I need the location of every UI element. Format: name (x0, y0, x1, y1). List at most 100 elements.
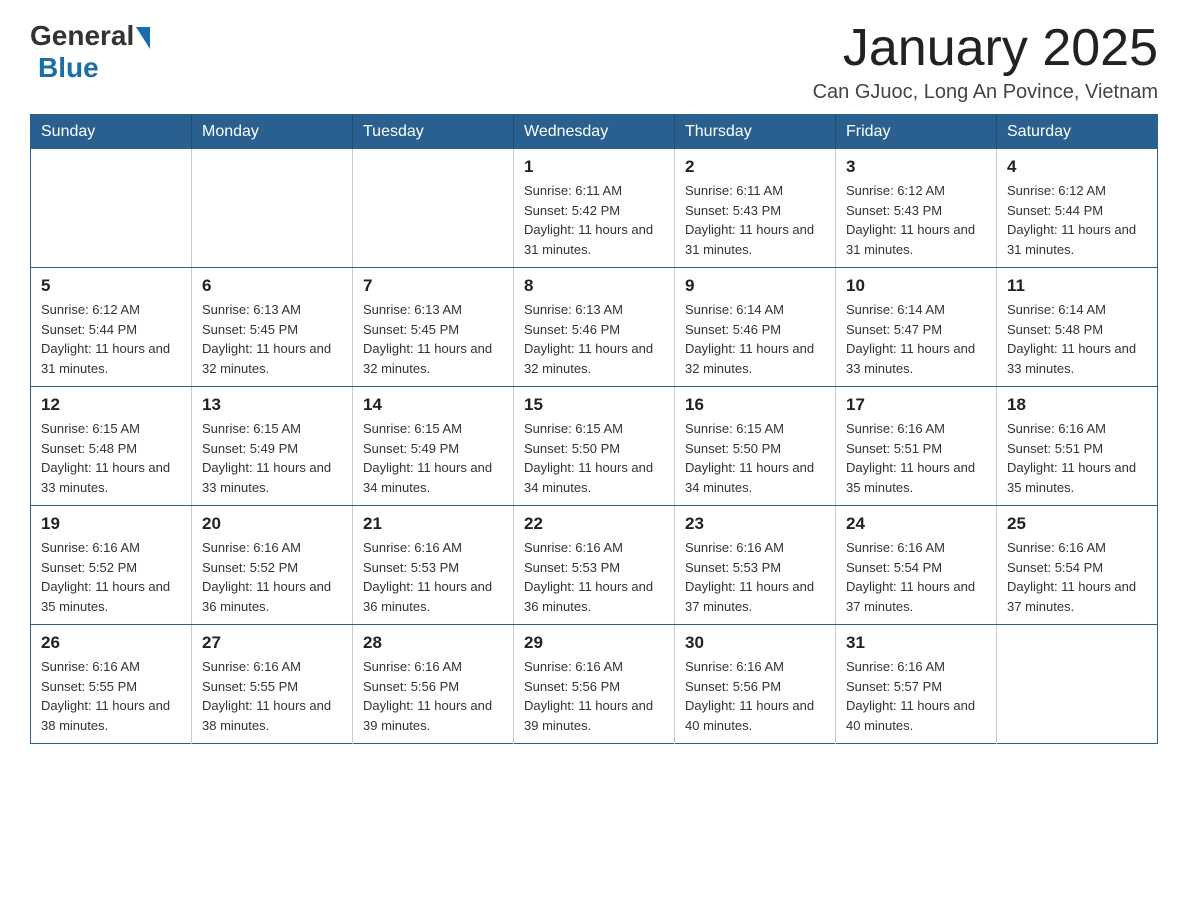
calendar-cell: 22 Sunrise: 6:16 AMSunset: 5:53 PMDayligh… (514, 506, 675, 625)
calendar-cell: 17Sunrise: 6:16 AMSunset: 5:51 PMDayligh… (836, 387, 997, 506)
day-info: Sunrise: 6:14 AMSunset: 5:48 PMDaylight:… (1007, 300, 1147, 378)
day-info: Sunrise: 6:16 AMSunset: 5:54 PMDaylight:… (1007, 538, 1147, 616)
calendar-cell: 28 Sunrise: 6:16 AMSunset: 5:56 PMDayligh… (353, 625, 514, 744)
day-number: 15 (524, 395, 664, 415)
day-number: 22 (524, 514, 664, 534)
day-number: 24 (846, 514, 986, 534)
calendar-table: SundayMondayTuesdayWednesdayThursdayFrid… (30, 114, 1158, 744)
calendar-cell: 26 Sunrise: 6:16 AMSunset: 5:55 PMDayligh… (31, 625, 192, 744)
day-info: Sunrise: 6:15 AMSunset: 5:50 PMDaylight:… (685, 419, 825, 497)
month-title: January 2025 (813, 20, 1158, 77)
calendar-cell: 11 Sunrise: 6:14 AMSunset: 5:48 PMDayligh… (997, 268, 1158, 387)
weekday-header-thursday: Thursday (675, 115, 836, 150)
calendar-cell: 10 Sunrise: 6:14 AMSunset: 5:47 PMDayligh… (836, 268, 997, 387)
weekday-header-tuesday: Tuesday (353, 115, 514, 150)
day-info: Sunrise: 6:13 AMSunset: 5:45 PMDaylight:… (363, 300, 503, 378)
day-info: Sunrise: 6:16 AMSunset: 5:56 PMDaylight:… (685, 657, 825, 735)
day-info: Sunrise: 6:12 AMSunset: 5:44 PMDaylight:… (41, 300, 181, 378)
calendar-cell: 27 Sunrise: 6:16 AMSunset: 5:55 PMDayligh… (192, 625, 353, 744)
day-number: 5 (41, 276, 181, 296)
day-number: 26 (41, 633, 181, 653)
day-number: 31 (846, 633, 986, 653)
weekday-header-saturday: Saturday (997, 115, 1158, 150)
day-info: Sunrise: 6:11 AMSunset: 5:43 PMDaylight:… (685, 181, 825, 259)
day-info: Sunrise: 6:16 AMSunset: 5:53 PMDaylight:… (685, 538, 825, 616)
day-number: 13 (202, 395, 342, 415)
day-info: Sunrise: 6:16 AMSunset: 5:52 PMDaylight:… (202, 538, 342, 616)
calendar-cell: 30 Sunrise: 6:16 AMSunset: 5:56 PMDayligh… (675, 625, 836, 744)
calendar-cell: 31 Sunrise: 6:16 AMSunset: 5:57 PMDayligh… (836, 625, 997, 744)
calendar-cell: 2 Sunrise: 6:11 AMSunset: 5:43 PMDaylight… (675, 149, 836, 268)
weekday-header-friday: Friday (836, 115, 997, 150)
logo-arrow-icon (136, 27, 150, 49)
day-number: 6 (202, 276, 342, 296)
day-info: Sunrise: 6:16 AMSunset: 5:54 PMDaylight:… (846, 538, 986, 616)
day-number: 23 (685, 514, 825, 534)
calendar-week-row: 19 Sunrise: 6:16 AMSunset: 5:52 PMDayligh… (31, 506, 1158, 625)
calendar-cell: 9 Sunrise: 6:14 AMSunset: 5:46 PMDaylight… (675, 268, 836, 387)
calendar-cell (353, 149, 514, 268)
day-info: Sunrise: 6:16 AMSunset: 5:55 PMDaylight:… (202, 657, 342, 735)
day-number: 12 (41, 395, 181, 415)
logo-general-text: General (30, 20, 134, 52)
calendar-cell: 23 Sunrise: 6:16 AMSunset: 5:53 PMDayligh… (675, 506, 836, 625)
calendar-cell: 29Sunrise: 6:16 AMSunset: 5:56 PMDayligh… (514, 625, 675, 744)
calendar-cell: 19 Sunrise: 6:16 AMSunset: 5:52 PMDayligh… (31, 506, 192, 625)
day-number: 20 (202, 514, 342, 534)
day-info: Sunrise: 6:16 AMSunset: 5:57 PMDaylight:… (846, 657, 986, 735)
calendar-cell: 3Sunrise: 6:12 AMSunset: 5:43 PMDaylight… (836, 149, 997, 268)
calendar-cell: 24 Sunrise: 6:16 AMSunset: 5:54 PMDayligh… (836, 506, 997, 625)
calendar-cell: 20 Sunrise: 6:16 AMSunset: 5:52 PMDayligh… (192, 506, 353, 625)
day-number: 1 (524, 157, 664, 177)
calendar-cell: 15 Sunrise: 6:15 AMSunset: 5:50 PMDayligh… (514, 387, 675, 506)
weekday-header-sunday: Sunday (31, 115, 192, 150)
calendar-cell: 16 Sunrise: 6:15 AMSunset: 5:50 PMDayligh… (675, 387, 836, 506)
day-info: Sunrise: 6:12 AMSunset: 5:43 PMDaylight:… (846, 181, 986, 259)
calendar-cell: 25 Sunrise: 6:16 AMSunset: 5:54 PMDayligh… (997, 506, 1158, 625)
calendar-week-row: 12 Sunrise: 6:15 AMSunset: 5:48 PMDayligh… (31, 387, 1158, 506)
day-number: 14 (363, 395, 503, 415)
day-info: Sunrise: 6:14 AMSunset: 5:46 PMDaylight:… (685, 300, 825, 378)
day-info: Sunrise: 6:16 AMSunset: 5:55 PMDaylight:… (41, 657, 181, 735)
day-info: Sunrise: 6:14 AMSunset: 5:47 PMDaylight:… (846, 300, 986, 378)
day-number: 10 (846, 276, 986, 296)
day-info: Sunrise: 6:12 AMSunset: 5:44 PMDaylight:… (1007, 181, 1147, 259)
calendar-week-row: 1Sunrise: 6:11 AMSunset: 5:42 PMDaylight… (31, 149, 1158, 268)
calendar-cell: 12 Sunrise: 6:15 AMSunset: 5:48 PMDayligh… (31, 387, 192, 506)
calendar-week-row: 5 Sunrise: 6:12 AMSunset: 5:44 PMDaylight… (31, 268, 1158, 387)
day-number: 27 (202, 633, 342, 653)
day-number: 11 (1007, 276, 1147, 296)
calendar-cell: 5 Sunrise: 6:12 AMSunset: 5:44 PMDaylight… (31, 268, 192, 387)
calendar-cell: 6Sunrise: 6:13 AMSunset: 5:45 PMDaylight… (192, 268, 353, 387)
day-number: 25 (1007, 514, 1147, 534)
day-info: Sunrise: 6:15 AMSunset: 5:49 PMDaylight:… (363, 419, 503, 497)
logo: General Blue (30, 20, 150, 84)
day-info: Sunrise: 6:16 AMSunset: 5:56 PMDaylight:… (524, 657, 664, 735)
calendar-cell: 1Sunrise: 6:11 AMSunset: 5:42 PMDaylight… (514, 149, 675, 268)
day-number: 16 (685, 395, 825, 415)
day-number: 18 (1007, 395, 1147, 415)
day-number: 21 (363, 514, 503, 534)
calendar-cell: 18 Sunrise: 6:16 AMSunset: 5:51 PMDayligh… (997, 387, 1158, 506)
day-info: Sunrise: 6:13 AMSunset: 5:46 PMDaylight:… (524, 300, 664, 378)
day-number: 28 (363, 633, 503, 653)
calendar-cell: 14 Sunrise: 6:15 AMSunset: 5:49 PMDayligh… (353, 387, 514, 506)
day-number: 4 (1007, 157, 1147, 177)
location-subtitle: Can GJuoc, Long An Povince, Vietnam (813, 81, 1158, 104)
day-info: Sunrise: 6:16 AMSunset: 5:51 PMDaylight:… (1007, 419, 1147, 497)
weekday-header-row: SundayMondayTuesdayWednesdayThursdayFrid… (31, 115, 1158, 150)
day-info: Sunrise: 6:16 AMSunset: 5:56 PMDaylight:… (363, 657, 503, 735)
day-info: Sunrise: 6:16 AMSunset: 5:52 PMDaylight:… (41, 538, 181, 616)
day-number: 2 (685, 157, 825, 177)
day-info: Sunrise: 6:15 AMSunset: 5:48 PMDaylight:… (41, 419, 181, 497)
page-header: General Blue January 2025 Can GJuoc, Lon… (30, 20, 1158, 104)
calendar-cell (31, 149, 192, 268)
day-number: 9 (685, 276, 825, 296)
day-info: Sunrise: 6:15 AMSunset: 5:50 PMDaylight:… (524, 419, 664, 497)
day-number: 8 (524, 276, 664, 296)
day-info: Sunrise: 6:16 AMSunset: 5:53 PMDaylight:… (524, 538, 664, 616)
day-info: Sunrise: 6:16 AMSunset: 5:53 PMDaylight:… (363, 538, 503, 616)
calendar-cell: 8 Sunrise: 6:13 AMSunset: 5:46 PMDaylight… (514, 268, 675, 387)
day-number: 30 (685, 633, 825, 653)
day-number: 19 (41, 514, 181, 534)
